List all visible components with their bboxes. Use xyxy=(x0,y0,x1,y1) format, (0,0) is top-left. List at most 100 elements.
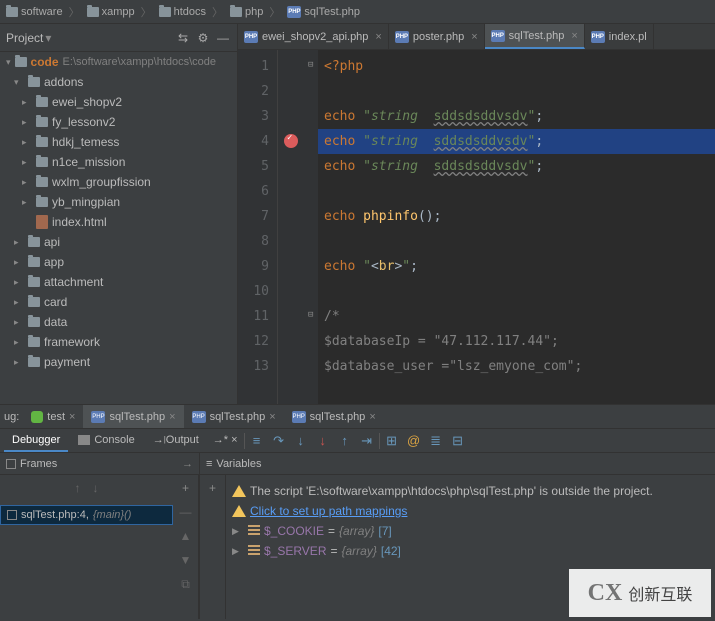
debugger-tab[interactable]: Debugger xyxy=(4,429,68,452)
tree-item[interactable]: ▸api xyxy=(0,232,237,252)
close-icon[interactable]: × xyxy=(571,30,577,42)
fold-icon[interactable]: ⊟ xyxy=(308,60,313,70)
breadcrumb-item[interactable]: htdocs〉 xyxy=(157,4,228,20)
breadcrumb-item[interactable]: software〉 xyxy=(4,4,85,20)
var-name: $_SERVER xyxy=(264,544,326,558)
tree-arrow-icon: ▸ xyxy=(14,237,24,248)
watch-icon[interactable]: @ xyxy=(404,431,424,451)
tree-item[interactable]: ▸wxlm_groupfission xyxy=(0,172,237,192)
tree-item[interactable]: ▸card xyxy=(0,292,237,312)
project-root-label: code xyxy=(31,55,59,69)
dropdown-icon[interactable]: ▾ xyxy=(45,31,51,45)
breakpoint-gutter[interactable] xyxy=(278,50,306,404)
tree-item-label: index.html xyxy=(52,215,107,229)
tree-item-label: framework xyxy=(44,335,100,349)
up-icon[interactable]: ▲ xyxy=(180,529,192,543)
close-icon[interactable]: × xyxy=(269,411,275,423)
chevron-right-icon: 〉 xyxy=(69,4,80,20)
frame-function: {main}() xyxy=(93,509,132,521)
line-number-gutter[interactable]: 12345678910111213 xyxy=(238,50,278,404)
remove-frame-icon[interactable]: — xyxy=(180,505,192,519)
step-out-icon[interactable]: ↑ xyxy=(335,431,355,451)
close-icon[interactable]: × xyxy=(471,31,477,43)
editor-tab[interactable]: PHPsqlTest.php× xyxy=(485,24,585,49)
tree-arrow-icon: ▸ xyxy=(22,137,32,148)
run-to-cursor-icon[interactable]: ⇥ xyxy=(357,431,377,451)
close-icon[interactable]: × xyxy=(69,411,75,423)
tree-item[interactable]: ▸app xyxy=(0,252,237,272)
run-tab-label: sqlTest.php xyxy=(310,411,366,423)
php-file-icon: PHP xyxy=(192,411,206,423)
output-tab[interactable]: →| Output xyxy=(145,429,207,452)
frame-up-icon[interactable]: ↑ xyxy=(75,481,81,495)
frames-toggle-icon[interactable]: → xyxy=(182,458,193,470)
tree-item[interactable]: ▸framework xyxy=(0,332,237,352)
tree-arrow-icon: ▸ xyxy=(14,317,24,328)
chevron-right-icon: 〉 xyxy=(269,4,280,20)
tree-item[interactable]: ▾addons xyxy=(0,72,237,92)
run-config-tab[interactable]: test× xyxy=(23,405,83,428)
run-config-tab[interactable]: PHPsqlTest.php× xyxy=(184,405,284,428)
folder-icon xyxy=(36,117,48,127)
tree-item[interactable]: ▸fy_lessonv2 xyxy=(0,112,237,132)
close-icon[interactable]: × xyxy=(375,31,381,43)
tree-item[interactable]: index.html xyxy=(0,212,237,232)
editor-tab[interactable]: PHPindex.pl xyxy=(585,24,654,49)
add-watch-icon[interactable]: + xyxy=(209,481,216,495)
step-over-icon[interactable]: ≡ xyxy=(247,431,267,451)
breadcrumb-item[interactable]: xampp〉 xyxy=(85,4,157,20)
breadcrumb-item[interactable]: PHPsqlTest.php xyxy=(285,6,362,18)
project-panel-title[interactable]: Project xyxy=(6,31,43,45)
tree-item[interactable]: ▸hdkj_temess xyxy=(0,132,237,152)
breadcrumb-item[interactable]: php〉 xyxy=(228,4,285,20)
output-sub-tab[interactable]: →* × xyxy=(209,429,242,452)
close-icon[interactable]: × xyxy=(169,411,175,423)
scroll-from-source-icon[interactable]: ⇆ xyxy=(175,30,191,46)
fold-gutter[interactable]: ⊟⊟ xyxy=(306,50,318,404)
editor-tab[interactable]: PHPposter.php× xyxy=(389,24,485,49)
console-tab[interactable]: Console xyxy=(70,429,142,452)
code-editor[interactable]: 12345678910111213 ⊟⊟ <?php echo "string … xyxy=(238,50,715,404)
expand-icon[interactable]: ▶ xyxy=(232,546,244,557)
variable-row[interactable]: ▶ $_COOKIE = {array} [7] xyxy=(232,521,709,541)
tree-item[interactable]: ▸yb_mingpian xyxy=(0,192,237,212)
tree-item[interactable]: ▸payment xyxy=(0,352,237,372)
gear-icon[interactable]: ⚙ xyxy=(195,30,211,46)
project-tree[interactable]: ▾addons▸ewei_shopv2▸fy_lessonv2▸hdkj_tem… xyxy=(0,72,237,404)
code-lines[interactable]: <?php echo "string sddsdsddvsdv";echo "s… xyxy=(318,50,715,404)
folder-icon xyxy=(36,97,48,107)
tree-item[interactable]: ▸attachment xyxy=(0,272,237,292)
tree-item-label: card xyxy=(44,295,67,309)
editor-tab[interactable]: PHPewei_shopv2_api.php× xyxy=(238,24,389,49)
close-icon[interactable]: × xyxy=(369,411,375,423)
add-icon[interactable]: ⊟ xyxy=(448,431,468,451)
run-config-tab[interactable]: PHPsqlTest.php× xyxy=(83,405,183,428)
path-mappings-link[interactable]: Click to set up path mappings xyxy=(250,504,407,518)
step-down-icon[interactable]: ↓ xyxy=(291,431,311,451)
copy-icon[interactable]: ⧉ xyxy=(181,577,190,592)
frames-list[interactable]: sqlTest.php:4, {main}() xyxy=(0,501,173,529)
list-view-icon[interactable]: ≣ xyxy=(426,431,446,451)
expand-icon[interactable]: ▶ xyxy=(232,526,244,537)
tree-item[interactable]: ▸n1ce_mission xyxy=(0,152,237,172)
debug-label: ug: xyxy=(0,411,23,423)
tree-item[interactable]: ▸data xyxy=(0,312,237,332)
frame-down-icon[interactable]: ↓ xyxy=(93,481,99,495)
project-root[interactable]: ▾ code E:\software\xampp\htdocs\code xyxy=(0,52,237,72)
warning-link-line: Click to set up path mappings xyxy=(232,501,709,521)
down-icon[interactable]: ▼ xyxy=(180,553,192,567)
frame-item[interactable]: sqlTest.php:4, {main}() xyxy=(0,505,173,525)
run-config-tab[interactable]: PHPsqlTest.php× xyxy=(284,405,384,428)
warning-icon xyxy=(232,485,246,497)
evaluate-icon[interactable]: ⊞ xyxy=(382,431,402,451)
breakpoint-icon[interactable] xyxy=(284,134,298,148)
add-frame-icon[interactable]: + xyxy=(182,481,189,495)
variable-row[interactable]: ▶ $_SERVER = {array} [42] xyxy=(232,541,709,561)
fold-icon[interactable]: ⊟ xyxy=(308,310,313,320)
tree-item[interactable]: ▸ewei_shopv2 xyxy=(0,92,237,112)
step-into-icon[interactable]: ↷ xyxy=(269,431,289,451)
force-step-into-icon[interactable]: ↓ xyxy=(313,431,333,451)
tree-item-label: attachment xyxy=(44,275,103,289)
folder-icon xyxy=(36,137,48,147)
collapse-icon[interactable]: — xyxy=(215,30,231,46)
